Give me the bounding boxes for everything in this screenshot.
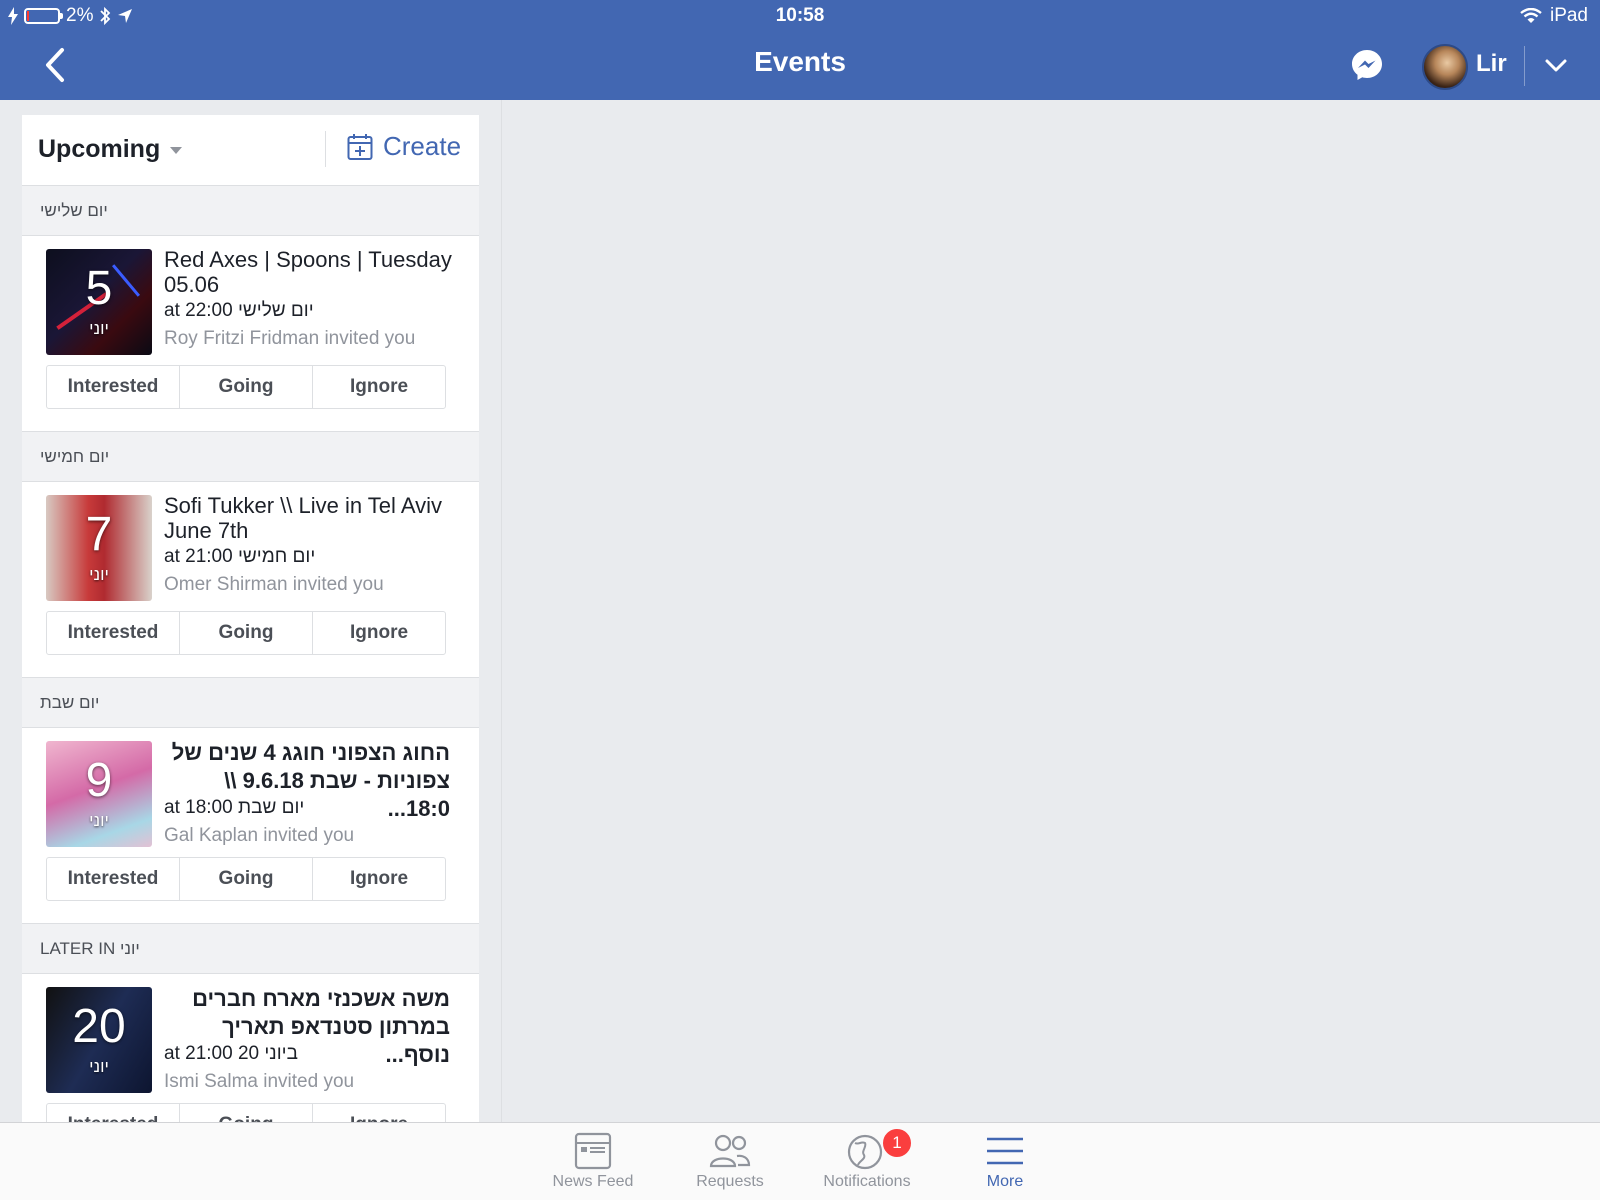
- tab-label: Requests: [696, 1173, 764, 1190]
- date-section-header: יום חמישי: [22, 432, 479, 482]
- tab-requests[interactable]: Requests: [665, 1131, 795, 1191]
- event-invited-by: Ismi Salma invited you: [164, 1071, 355, 1092]
- ignore-button[interactable]: Ignore: [313, 1104, 445, 1122]
- event-month: יוני: [89, 319, 109, 338]
- caret-down-icon: [170, 146, 183, 154]
- column-divider: [501, 100, 502, 1122]
- ignore-button[interactable]: Ignore: [313, 366, 445, 408]
- section-label: יום שלישי: [40, 201, 108, 220]
- interested-button[interactable]: Interested: [47, 612, 180, 654]
- messenger-icon[interactable]: [1350, 48, 1384, 82]
- rsvp-buttons: Interested Going Ignore: [46, 1103, 446, 1122]
- tab-news-feed[interactable]: News Feed: [528, 1131, 658, 1191]
- ignore-button[interactable]: Ignore: [313, 612, 445, 654]
- tab-label: News Feed: [552, 1173, 634, 1190]
- wifi-icon: [1520, 8, 1542, 23]
- create-event-button[interactable]: Create: [347, 131, 461, 162]
- date-section-header: יום שלישי: [22, 186, 479, 236]
- avatar[interactable]: [1422, 44, 1468, 90]
- event-card[interactable]: 5 יוני Red Axes | Spoons | Tuesday 05.06…: [22, 236, 479, 432]
- status-bar: 2% 10:58 iPad: [0, 0, 1600, 32]
- event-month: יוני: [89, 811, 109, 830]
- tab-bar: News Feed Requests 1 Notifications More: [0, 1122, 1600, 1200]
- nav-divider: [1524, 46, 1525, 86]
- friends-icon: [709, 1134, 751, 1168]
- upcoming-filter[interactable]: Upcoming: [38, 135, 183, 164]
- events-list-header: Upcoming Create: [22, 115, 479, 186]
- event-invited-by: Gal Kaplan invited you: [164, 825, 355, 846]
- rsvp-buttons: Interested Going Ignore: [46, 611, 446, 655]
- event-time: at 22:00 יום שלישי: [164, 300, 314, 321]
- chevron-down-icon[interactable]: [1544, 54, 1568, 78]
- menu-icon: [987, 1137, 1023, 1165]
- username[interactable]: Lir: [1476, 50, 1507, 78]
- event-card[interactable]: 20 יוני משה אשכנזי מארח חברים במרתון סטנ…: [22, 974, 479, 1122]
- event-time: at 21:00 20 ביוני: [164, 1043, 298, 1064]
- event-title[interactable]: Sofi Tukker \\ Live in Tel Aviv June 7th: [164, 493, 454, 543]
- news-feed-icon: [574, 1132, 612, 1170]
- tab-more[interactable]: More: [940, 1131, 1070, 1191]
- event-time: at 21:00 יום חמישי: [164, 546, 316, 567]
- going-button[interactable]: Going: [180, 858, 313, 900]
- event-month: יוני: [89, 1057, 109, 1076]
- date-section-header: יום שבת: [22, 678, 479, 728]
- event-thumbnail[interactable]: 7 יוני: [46, 495, 152, 601]
- event-time: at 18:00 יום שבת: [164, 797, 305, 818]
- event-invited-by: Roy Fritzi Fridman invited you: [164, 328, 416, 349]
- notification-badge: 1: [881, 1127, 913, 1159]
- tab-label: More: [986, 1173, 1024, 1190]
- device-name: iPad: [1549, 5, 1588, 26]
- going-button[interactable]: Going: [180, 1104, 313, 1122]
- event-day: 7: [85, 508, 113, 561]
- event-thumbnail[interactable]: 20 יוני: [46, 987, 152, 1093]
- event-day: 5: [85, 262, 113, 315]
- ignore-button[interactable]: Ignore: [313, 858, 445, 900]
- interested-button[interactable]: Interested: [47, 858, 180, 900]
- top-bar: 2% 10:58 iPad Events Lir: [0, 0, 1600, 100]
- upcoming-filter-label: Upcoming: [38, 135, 161, 163]
- rsvp-buttons: Interested Going Ignore: [46, 365, 446, 409]
- tab-label: Notifications: [823, 1173, 911, 1190]
- interested-button[interactable]: Interested: [47, 366, 180, 408]
- section-label: יום שבת: [40, 693, 100, 712]
- event-month: יוני: [89, 565, 109, 584]
- date-section-header: LATER IN יוני: [22, 924, 479, 974]
- going-button[interactable]: Going: [180, 612, 313, 654]
- event-day: 9: [85, 754, 113, 807]
- event-card[interactable]: 9 יוני החוג הצפוני חוגג 4 שנים של צפוניו…: [22, 728, 479, 924]
- status-time: 10:58: [775, 5, 825, 26]
- event-invited-by: Omer Shirman invited you: [164, 574, 384, 595]
- create-label: Create: [383, 131, 462, 161]
- section-label: יום חמישי: [40, 447, 110, 466]
- tab-notifications[interactable]: 1 Notifications: [802, 1127, 932, 1191]
- interested-button[interactable]: Interested: [47, 1104, 180, 1122]
- event-card[interactable]: 7 יוני Sofi Tukker \\ Live in Tel Aviv J…: [22, 482, 479, 678]
- section-label: LATER IN יוני: [40, 939, 140, 958]
- event-day: 20: [72, 1000, 126, 1053]
- event-thumbnail[interactable]: 9 יוני: [46, 741, 152, 847]
- header-divider: [325, 131, 326, 167]
- event-thumbnail[interactable]: 5 יוני: [46, 249, 152, 355]
- event-title[interactable]: Red Axes | Spoons | Tuesday 05.06: [164, 247, 454, 297]
- calendar-plus-icon: [347, 133, 373, 160]
- going-button[interactable]: Going: [180, 366, 313, 408]
- rsvp-buttons: Interested Going Ignore: [46, 857, 446, 901]
- events-list[interactable]: Upcoming Create יום שלישי 5 יוני Red Axe…: [22, 115, 479, 1122]
